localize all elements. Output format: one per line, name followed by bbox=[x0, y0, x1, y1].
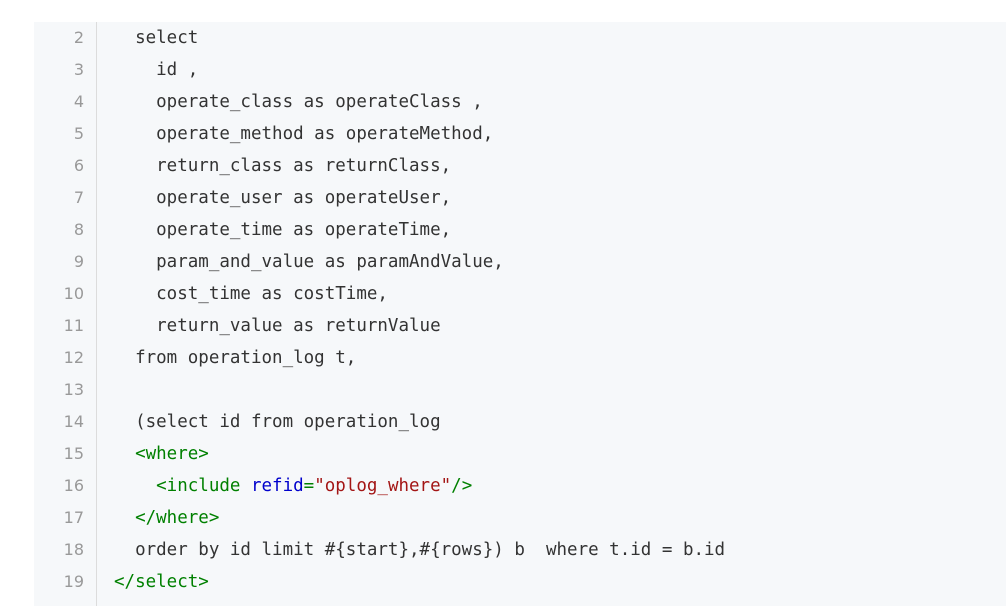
code-text: <where> bbox=[114, 438, 209, 470]
code-token: (select id from operation_log bbox=[114, 412, 441, 432]
code-line: 3 id , bbox=[34, 54, 1006, 86]
code-line: 11 return_value as returnValue bbox=[34, 310, 1006, 342]
code-text: (select id from operation_log bbox=[114, 406, 441, 438]
line-number: 9 bbox=[73, 252, 84, 271]
code-text: </where> bbox=[114, 502, 219, 534]
code-token: cost_time as costTime, bbox=[114, 284, 388, 304]
code-text: operate_class as operateClass , bbox=[114, 86, 483, 118]
code-line: 10 cost_time as costTime, bbox=[34, 278, 1006, 310]
code-line: 2 select bbox=[34, 22, 1006, 54]
line-number: 13 bbox=[63, 380, 84, 399]
code-token: refid bbox=[250, 476, 304, 496]
code-token: return_value as returnValue bbox=[114, 316, 441, 336]
code-text: param_and_value as paramAndValue, bbox=[114, 246, 504, 278]
code-line: 6 return_class as returnClass, bbox=[34, 150, 1006, 182]
code-token: id , bbox=[114, 60, 199, 80]
line-number: 16 bbox=[63, 476, 84, 495]
code-line: 17 </where> bbox=[34, 502, 1006, 534]
code-text: operate_user as operateUser, bbox=[114, 182, 451, 214]
code-line: 16 <include refid="oplog_where"/> bbox=[34, 470, 1006, 502]
code-text: order by id limit #{start},#{rows}) b wh… bbox=[114, 534, 725, 566]
code-token: <include bbox=[114, 476, 251, 496]
line-number: 14 bbox=[63, 412, 84, 431]
code-token: operate_time as operateTime, bbox=[114, 220, 452, 240]
line-number: 11 bbox=[63, 316, 84, 335]
line-number: 19 bbox=[63, 572, 84, 591]
code-block: 2 select 3 id ,4 operate_class as operate… bbox=[34, 22, 1006, 606]
code-token: operate_user as operateUser, bbox=[114, 188, 452, 208]
line-number: 8 bbox=[73, 220, 84, 239]
line-number: 10 bbox=[63, 284, 84, 303]
code-token: = bbox=[303, 476, 315, 496]
line-number: 17 bbox=[63, 508, 84, 527]
code-token: </select> bbox=[114, 572, 209, 592]
code-line: 14 (select id from operation_log bbox=[34, 406, 1006, 438]
code-text: return_value as returnValue bbox=[114, 310, 441, 342]
code-text: cost_time as costTime, bbox=[114, 278, 388, 310]
code-token: select bbox=[114, 28, 199, 48]
line-number: 12 bbox=[63, 348, 84, 367]
code-line: 5 operate_method as operateMethod, bbox=[34, 118, 1006, 150]
line-number: 3 bbox=[73, 60, 84, 79]
code-token: from operation_log t, bbox=[114, 348, 357, 368]
code-token: <where> bbox=[114, 444, 209, 464]
line-number: 5 bbox=[73, 124, 84, 143]
code-text: id , bbox=[114, 54, 198, 86]
code-line: 19 </select> bbox=[34, 566, 1006, 598]
line-number: 7 bbox=[73, 188, 84, 207]
line-number: 4 bbox=[73, 92, 84, 111]
code-line: 7 operate_user as operateUser, bbox=[34, 182, 1006, 214]
code-token: operate_class as operateClass , bbox=[114, 92, 483, 112]
code-line: 4 operate_class as operateClass , bbox=[34, 86, 1006, 118]
code-text: </select> bbox=[114, 566, 209, 598]
code-text: from operation_log t, bbox=[114, 342, 356, 374]
code-text: operate_method as operateMethod, bbox=[114, 118, 493, 150]
code-text: operate_time as operateTime, bbox=[114, 214, 451, 246]
code-line: 13 bbox=[34, 374, 1006, 406]
code-token: order by id limit #{start},#{rows}) b wh… bbox=[114, 540, 726, 560]
line-number: 15 bbox=[63, 444, 84, 463]
code-token: operate_method as operateMethod, bbox=[114, 124, 494, 144]
code-token: return_class as returnClass, bbox=[114, 156, 452, 176]
code-token: /> bbox=[451, 476, 473, 496]
code-text: return_class as returnClass, bbox=[114, 150, 451, 182]
line-number: 18 bbox=[63, 540, 84, 559]
code-token: param_and_value as paramAndValue, bbox=[114, 252, 504, 272]
line-number: 2 bbox=[73, 28, 84, 47]
code-token: </where> bbox=[114, 508, 220, 528]
code-line: 12 from operation_log t, bbox=[34, 342, 1006, 374]
code-line: 15 <where> bbox=[34, 438, 1006, 470]
code-line: 9 param_and_value as paramAndValue, bbox=[34, 246, 1006, 278]
line-number: 6 bbox=[73, 156, 84, 175]
code-text: select bbox=[114, 22, 198, 54]
code-text: <include refid="oplog_where"/> bbox=[114, 470, 472, 502]
code-line: 8 operate_time as operateTime, bbox=[34, 214, 1006, 246]
code-line: 18 order by id limit #{start},#{rows}) b… bbox=[34, 534, 1006, 566]
code-token: "oplog_where" bbox=[314, 476, 452, 496]
